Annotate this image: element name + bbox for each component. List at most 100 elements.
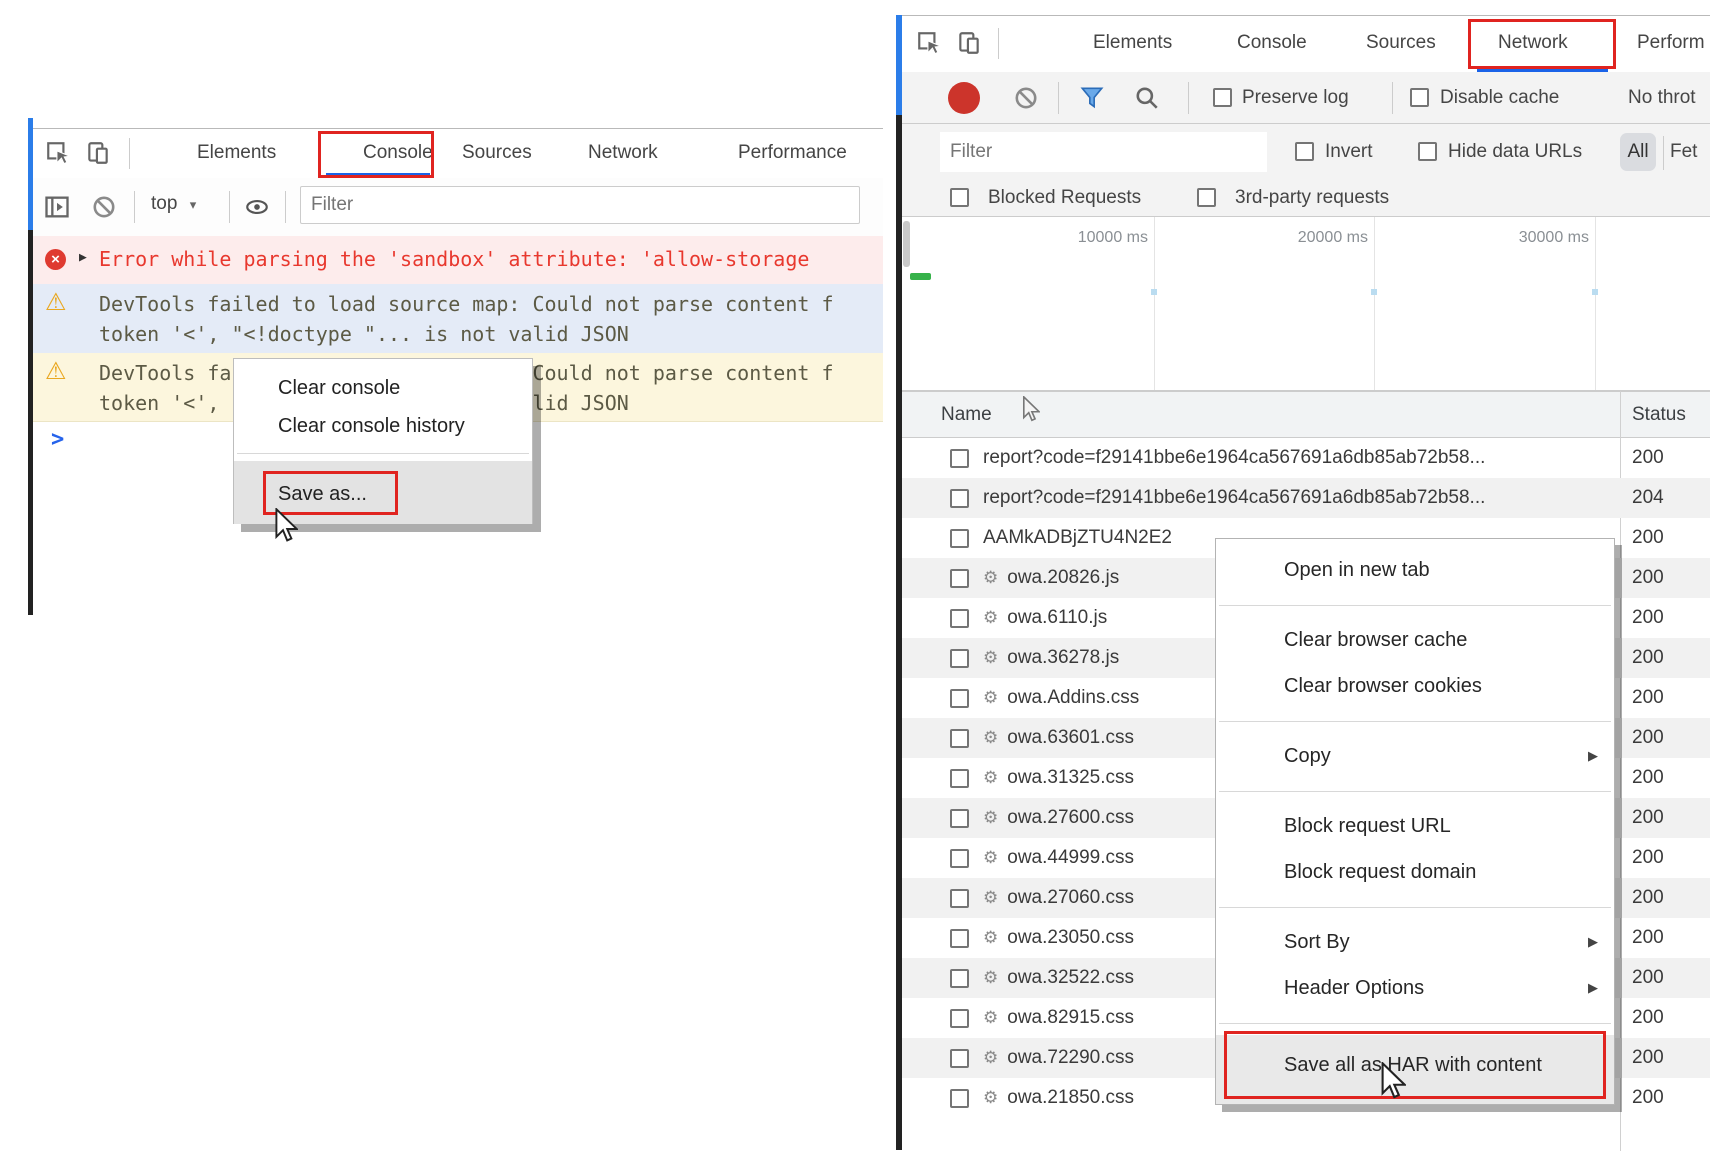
annotation-network-tab (1468, 19, 1616, 69)
clear-icon[interactable] (1013, 85, 1039, 111)
chevron-down-icon: ▾ (190, 197, 197, 212)
filter-all-pill[interactable]: All (1620, 133, 1656, 171)
menu-item-open-in-new-tab[interactable]: Open in new tab (1216, 547, 1614, 593)
clear-console-icon[interactable] (91, 194, 117, 220)
submenu-arrow-icon: ▶ (1588, 733, 1598, 779)
hide-data-urls-checkbox[interactable] (1418, 142, 1437, 161)
filter-fetch-pill[interactable]: Fet (1670, 141, 1697, 163)
tab-performance[interactable]: Perform (1637, 32, 1705, 54)
menu-separator (1216, 709, 1614, 733)
blocked-requests-checkbox[interactable] (950, 188, 969, 207)
throttling-select[interactable]: No throt (1628, 87, 1696, 109)
row-checkbox[interactable] (950, 1049, 969, 1068)
row-checkbox[interactable] (950, 929, 969, 948)
timeline-gridline (1595, 217, 1596, 390)
disable-cache-checkbox[interactable] (1410, 88, 1429, 107)
request-name: owa.23050.css (1007, 927, 1134, 949)
request-status: 200 (1632, 558, 1664, 598)
inspect-icon[interactable] (45, 140, 71, 166)
gear-icon: ⚙ (983, 688, 998, 708)
request-name: owa.72290.css (1007, 1047, 1134, 1069)
network-filter-input[interactable] (940, 132, 1267, 172)
tab-performance[interactable]: Performance (738, 142, 847, 164)
menu-item-header-options[interactable]: Header Options ▶ (1216, 965, 1614, 1011)
table-row[interactable]: ⚙ report?code=f29141bbe6e1964ca567691a6d… (902, 478, 1710, 518)
request-status: 200 (1632, 598, 1664, 638)
request-name: owa.Addins.css (1007, 687, 1139, 709)
row-checkbox[interactable] (950, 889, 969, 908)
row-checkbox[interactable] (950, 769, 969, 788)
gear-icon: ⚙ (983, 808, 998, 828)
device-toolbar-icon[interactable] (85, 140, 111, 166)
request-name: report?code=f29141bbe6e1964ca567691a6db8… (983, 447, 1485, 469)
preserve-log-checkbox[interactable] (1213, 88, 1232, 107)
tab-sources[interactable]: Sources (462, 142, 532, 164)
row-checkbox[interactable] (950, 569, 969, 588)
invert-checkbox[interactable] (1295, 142, 1314, 161)
divider (129, 138, 130, 169)
request-name: owa.6110.js (1007, 607, 1107, 629)
menu-item-block-request-url[interactable]: Block request URL (1216, 803, 1614, 849)
menu-padding (234, 359, 532, 369)
row-checkbox[interactable] (950, 689, 969, 708)
expand-arrow-icon[interactable]: ▶ (79, 250, 87, 265)
console-sidebar-icon[interactable] (43, 193, 71, 221)
third-party-checkbox[interactable] (1197, 188, 1216, 207)
tab-elements[interactable]: Elements (197, 142, 276, 164)
tab-elements[interactable]: Elements (1093, 32, 1172, 54)
tab-console[interactable]: Console (1237, 32, 1307, 54)
console-error-message[interactable]: × ▶ Error while parsing the 'sandbox' at… (33, 236, 883, 285)
error-icon: × (45, 249, 66, 270)
row-checkbox[interactable] (950, 489, 969, 508)
request-name: owa.36278.js (1007, 647, 1119, 669)
row-checkbox[interactable] (950, 1089, 969, 1108)
column-header-status[interactable]: Status (1632, 404, 1686, 426)
menu-item-copy[interactable]: Copy ▶ (1216, 733, 1614, 779)
filter-funnel-icon[interactable] (1078, 85, 1106, 111)
devtools-tab-bar: Elements Console Sources Network Perform… (33, 129, 883, 179)
table-row[interactable]: ⚙ report?code=f29141bbe6e1964ca567691a6d… (902, 438, 1710, 478)
timeline-scrollbar[interactable] (903, 221, 910, 267)
console-filter-input[interactable] (300, 186, 860, 224)
tab-network[interactable]: Network (588, 142, 658, 164)
menu-item-clear-browser-cache[interactable]: Clear browser cache (1216, 617, 1614, 663)
row-checkbox[interactable] (950, 809, 969, 828)
divider (229, 191, 230, 223)
preserve-log-label: Preserve log (1242, 87, 1349, 109)
row-checkbox[interactable] (950, 649, 969, 668)
search-icon[interactable] (1134, 85, 1160, 111)
divider (134, 191, 135, 223)
timeline-tick: 30000 ms (1469, 229, 1589, 247)
gear-icon: ⚙ (983, 648, 998, 668)
tab-sources[interactable]: Sources (1366, 32, 1436, 54)
request-status: 200 (1632, 998, 1664, 1038)
inspect-icon[interactable] (916, 30, 942, 56)
network-overview-timeline[interactable]: 10000 ms 20000 ms 30000 ms (902, 217, 1710, 391)
row-checkbox[interactable] (950, 969, 969, 988)
row-checkbox[interactable] (950, 609, 969, 628)
row-checkbox[interactable] (950, 1009, 969, 1028)
disable-cache-label: Disable cache (1440, 87, 1559, 109)
eye-icon[interactable] (243, 194, 271, 220)
device-toolbar-icon[interactable] (956, 30, 982, 56)
menu-item-sort-by[interactable]: Sort By ▶ (1216, 919, 1614, 965)
gear-icon: ⚙ (983, 728, 998, 748)
request-status: 200 (1632, 1078, 1664, 1118)
menu-separator (234, 445, 532, 461)
menu-item-clear-console-history[interactable]: Clear console history (234, 407, 532, 445)
menu-item-block-request-domain[interactable]: Block request domain (1216, 849, 1614, 895)
row-checkbox[interactable] (950, 449, 969, 468)
menu-item-clear-browser-cookies[interactable]: Clear browser cookies (1216, 663, 1614, 709)
menu-item-clear-console[interactable]: Clear console (234, 369, 532, 407)
row-checkbox[interactable] (950, 849, 969, 868)
row-checkbox[interactable] (950, 729, 969, 748)
network-filter-bar: Invert Hide data URLs All Fet (902, 124, 1710, 181)
console-warning-message[interactable]: ⚠ DevTools failed to load source map: Co… (33, 284, 883, 354)
column-header-name[interactable]: Name (941, 404, 992, 426)
console-prompt[interactable]: > (51, 427, 64, 452)
record-icon[interactable] (948, 82, 980, 114)
request-name: owa.44999.css (1007, 847, 1134, 869)
row-checkbox[interactable] (950, 529, 969, 548)
context-selector[interactable]: top ▾ (151, 193, 196, 215)
submenu-arrow-icon: ▶ (1588, 965, 1598, 1011)
